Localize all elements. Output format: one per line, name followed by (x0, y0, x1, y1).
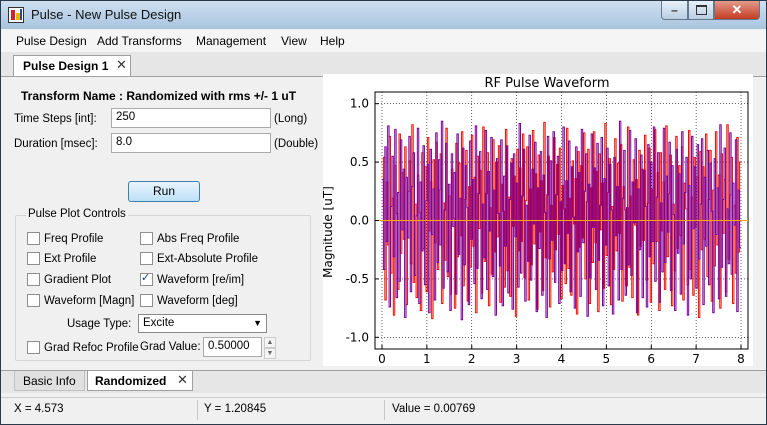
menu-management[interactable]: Management (196, 34, 266, 48)
window-title: Pulse - New Pulse Design (31, 7, 182, 22)
status-bar: X = 4.573 Y = 1.20845 Value = 0.00769 (1, 397, 766, 424)
time-steps-unit: (Long) (274, 113, 308, 125)
app-icon (8, 7, 24, 23)
checkbox-box (140, 252, 153, 265)
checkbox-label: Ext-Absolute Profile (157, 252, 258, 265)
grad-value-label: Grad Value: (140, 341, 201, 353)
y-tick-label: 1.0 (350, 97, 369, 111)
waveform-magn-checkbox[interactable]: Waveform [Magn] (27, 294, 134, 307)
checkbox-box (27, 341, 40, 354)
waveform-re-im-checkbox[interactable]: Waveform [re/im] (140, 271, 245, 286)
menu-help[interactable]: Help (320, 34, 345, 48)
duration-input[interactable]: 8.0 (111, 133, 271, 153)
tab-label: Pulse Design 1 (23, 59, 109, 73)
chart-title: RF Pulse Waveform (485, 76, 610, 91)
checkbox-label: Abs Freq Profile (157, 232, 240, 245)
duration-unit: (Double) (274, 138, 319, 150)
window-controls: – ✕ (661, 1, 760, 21)
tab-pulse-design-1[interactable]: Pulse Design 1 ✕ (13, 55, 131, 76)
run-button[interactable]: Run (128, 181, 200, 202)
status-value: Value = 0.00769 (392, 403, 476, 415)
checkbox-box (140, 232, 153, 245)
status-y: Y = 1.20845 (204, 403, 267, 415)
checkbox-label: Waveform [Magn] (44, 294, 135, 307)
x-tick-label: 6 (647, 352, 655, 366)
ext-profile-checkbox[interactable]: Ext Profile (27, 252, 96, 265)
chart-ylabel: Magnitude [uT] (323, 186, 335, 278)
checkbox-box (27, 273, 40, 286)
plot-controls-title: Pulse Plot Controls (26, 208, 128, 220)
checkbox-box (140, 294, 153, 307)
checkmark-icon (140, 271, 153, 286)
gradient-plot-checkbox[interactable]: Gradient Plot (27, 273, 111, 286)
status-x: X = 4.573 (14, 403, 64, 415)
usage-type-value: Excite (143, 317, 175, 329)
checkbox-label: Ext Profile (44, 252, 97, 265)
menu-bar: Pulse Design Add Transforms Management V… (1, 30, 766, 52)
tab-label: Basic Info (23, 374, 76, 388)
transform-name: Transform Name : Randomized with rms +/-… (21, 89, 297, 103)
chevron-down-icon: ▼ (253, 318, 262, 328)
checkbox-box (27, 294, 40, 307)
app-window: Pulse - New Pulse Design – ✕ Pulse Desig… (0, 0, 767, 425)
close-icon: ✕ (731, 2, 743, 17)
y-tick-label: -1.0 (346, 330, 369, 344)
spin-down-icon[interactable]: ▼ (264, 348, 276, 359)
checkbox-label: Gradient Plot (44, 273, 112, 286)
abs-freq-profile-checkbox[interactable]: Abs Freq Profile (140, 232, 239, 245)
rf-pulse-chart[interactable]: RF Pulse Waveform Magnitude [uT] 0 1 2 3 4 5 6… (323, 74, 753, 366)
usage-type-label: Usage Type: (67, 318, 132, 330)
maximize-button[interactable] (688, 1, 714, 20)
x-tick-label: 7 (692, 352, 700, 366)
usage-type-select[interactable]: Excite ▼ (138, 314, 267, 333)
status-divider (197, 400, 198, 420)
checkbox-label: Freq Profile (44, 232, 104, 245)
tab-basic-info[interactable]: Basic Info (14, 371, 85, 391)
checkbox-box (27, 252, 40, 265)
ext-absolute-profile-checkbox[interactable]: Ext-Absolute Profile (140, 252, 258, 265)
x-tick-label: 0 (378, 352, 386, 366)
tab-label: Randomized (95, 374, 167, 388)
minimize-icon: – (671, 3, 678, 17)
grad-value-input[interactable]: 0.50000 (203, 337, 262, 357)
checkbox-label: Grad Refoc Profile (44, 341, 139, 354)
x-tick-label: 5 (603, 352, 611, 366)
close-tab-icon[interactable]: ✕ (116, 57, 127, 73)
time-steps-input[interactable]: 250 (111, 108, 271, 128)
maximize-icon (695, 5, 707, 15)
x-tick-label: 3 (513, 352, 521, 366)
close-button[interactable]: ✕ (714, 1, 760, 20)
duration-label: Duration [msec]: (14, 138, 98, 150)
tab-randomized[interactable]: Randomized ✕ (87, 371, 193, 391)
menu-add-transforms[interactable]: Add Transforms (97, 34, 182, 48)
transform-tab-bar: Basic Info Randomized ✕ (1, 370, 766, 393)
checkbox-label: Waveform [deg] (157, 294, 238, 307)
minimize-button[interactable]: – (661, 1, 688, 20)
checkbox-box (27, 232, 40, 245)
menu-pulse-design[interactable]: Pulse Design (16, 34, 87, 48)
status-divider (384, 400, 385, 420)
time-steps-label: Time Steps [int]: (14, 113, 97, 125)
grad-refoc-profile-checkbox[interactable]: Grad Refoc Profile (27, 341, 139, 354)
waveform-deg-checkbox[interactable]: Waveform [deg] (140, 294, 238, 307)
plot-panel[interactable]: RF Pulse Waveform Magnitude [uT] 0 1 2 3 4 5 6… (323, 74, 753, 366)
checkbox-label: Waveform [re/im] (157, 273, 245, 286)
transform-panel: Transform Name : Randomized with rms +/-… (8, 79, 323, 364)
x-tick-label: 2 (468, 352, 476, 366)
spin-up-icon[interactable]: ▲ (264, 337, 276, 348)
close-tab-icon[interactable]: ✕ (177, 372, 188, 388)
x-tick-label: 4 (558, 352, 566, 366)
menu-view[interactable]: View (281, 34, 307, 48)
title-bar[interactable]: Pulse - New Pulse Design – ✕ (1, 1, 766, 29)
x-tick-label: 1 (423, 352, 431, 366)
freq-profile-checkbox[interactable]: Freq Profile (27, 232, 103, 245)
x-tick-label: 8 (737, 352, 745, 366)
y-tick-label: -0.5 (346, 272, 369, 286)
y-tick-label: 0.5 (350, 155, 369, 169)
y-tick-label: 0.0 (350, 214, 369, 228)
grad-value-stepper[interactable]: ▲ ▼ (264, 337, 276, 359)
